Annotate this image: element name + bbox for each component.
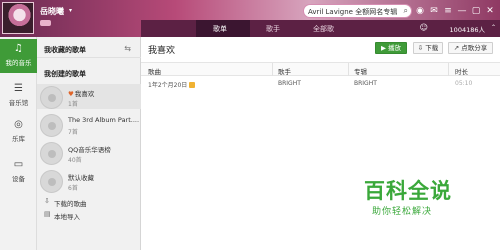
chevron-down-icon[interactable]: ▾ xyxy=(69,7,72,14)
playlist-item[interactable]: QQ音乐华语榜 40首 xyxy=(37,140,141,165)
rail-item-label: 我的音乐 xyxy=(5,59,32,67)
rail-item-library[interactable]: ◎ 乐库 xyxy=(0,115,37,149)
rail-item-label: 乐库 xyxy=(12,135,25,143)
downloaded-songs-link[interactable]: ⇩ 下载的歌曲 xyxy=(37,196,141,208)
top-tab-bar: 歌单 歌手 全部歌 ☺ 1004186人 ⌃ xyxy=(141,20,500,37)
user-count: 1004186人 xyxy=(449,26,485,34)
user-count-icon: ☺ xyxy=(419,23,428,32)
collected-playlists-label: 我收藏的歌单 xyxy=(44,46,86,54)
playlist-item[interactable]: 默认收藏 6首 xyxy=(37,168,141,193)
album-cell[interactable]: BRIGHT xyxy=(354,80,377,87)
playlist-name: The 3rd Album Part.... xyxy=(68,116,140,124)
column-duration[interactable]: 时长 xyxy=(455,66,468,76)
sort-icon[interactable]: ⇆ xyxy=(124,44,131,53)
playlist-cover xyxy=(40,170,63,193)
playlist-cover xyxy=(40,114,63,137)
heart-icon: ♥ xyxy=(68,90,74,98)
collapse-icon[interactable]: ⌃ xyxy=(491,24,496,31)
search-box[interactable]: ⌕ xyxy=(303,4,412,18)
playlist-count: 7首 xyxy=(68,129,78,136)
collected-playlists-header[interactable]: 我收藏的歌单 ⇆ xyxy=(37,40,141,58)
rail-item-my-music[interactable]: ♫ 我的音乐 xyxy=(0,39,37,73)
playlist-name: 默认收藏 xyxy=(68,174,94,182)
playlist-count: 1首 xyxy=(68,101,78,108)
duration-cell: 05:10 xyxy=(455,80,473,87)
created-playlists-label: 我创建的歌单 xyxy=(44,70,86,78)
avatar[interactable] xyxy=(2,2,34,34)
folder-icon: ▤ xyxy=(44,210,51,218)
search-input[interactable] xyxy=(308,6,400,17)
column-album[interactable]: 专辑 xyxy=(354,66,367,76)
main-content: 我喜欢 ▶ 播放 ⇩ 下载 ↗ 点歌分享 歌曲 歌手 专辑 时长 1年2个月20… xyxy=(141,37,500,250)
quality-badge-icon xyxy=(189,82,196,88)
playlist-cover xyxy=(40,142,63,165)
playlist-name: QQ音乐华语榜 xyxy=(68,146,111,154)
play-button[interactable]: ▶ 播放 xyxy=(375,42,407,54)
playlist-name: ♥我喜欢 xyxy=(68,88,94,98)
column-divider[interactable] xyxy=(348,63,349,76)
column-song[interactable]: 歌曲 xyxy=(148,66,161,76)
rail-item-devices[interactable]: ▭ 设备 xyxy=(0,155,37,189)
artist-cell[interactable]: BRIGHT xyxy=(278,80,301,87)
music-hall-icon: ☰ xyxy=(14,83,23,94)
tab-artists[interactable]: 歌手 xyxy=(266,24,280,34)
minimize-icon[interactable]: — xyxy=(456,5,468,17)
playlist-item[interactable]: The 3rd Album Part.... 7首 xyxy=(37,112,141,137)
left-nav-rail: ♫ 我的音乐 ☰ 音乐馆 ◎ 乐库 ▭ 设备 xyxy=(0,37,37,250)
rail-item-label: 设备 xyxy=(12,175,25,183)
playlist-name-text: 我喜欢 xyxy=(74,90,95,98)
download-button[interactable]: ⇩ 下载 xyxy=(413,42,443,54)
column-divider[interactable] xyxy=(448,63,449,76)
skin-icon[interactable]: ◉ xyxy=(414,5,426,17)
table-row[interactable]: 1年2个月20日 BRIGHT BRIGHT 05:10 xyxy=(141,77,500,91)
device-icon: ▭ xyxy=(13,159,24,170)
close-icon[interactable]: ✕ xyxy=(484,5,496,17)
download-icon: ⇩ xyxy=(44,197,50,205)
message-icon[interactable]: ✉ xyxy=(428,5,440,17)
song-cell[interactable]: 1年2个月20日 xyxy=(148,80,196,89)
vip-badge xyxy=(40,20,51,26)
headphones-icon: ♫ xyxy=(14,43,23,54)
local-import-label: 本地导入 xyxy=(54,213,80,221)
rail-item-music-hall[interactable]: ☰ 音乐馆 xyxy=(0,79,37,113)
maximize-icon[interactable]: ▢ xyxy=(470,5,482,17)
share-button[interactable]: ↗ 点歌分享 xyxy=(448,42,493,54)
tab-playlists[interactable]: 歌单 xyxy=(213,24,227,34)
downloaded-songs-label: 下载的歌曲 xyxy=(54,200,87,208)
watermark-title: 百科全说 xyxy=(364,179,452,203)
column-divider[interactable] xyxy=(272,63,273,76)
rail-item-label: 音乐馆 xyxy=(8,99,29,107)
local-import-link[interactable]: ▤ 本地导入 xyxy=(37,209,141,221)
playlist-panel: 我收藏的歌单 ⇆ 我创建的歌单 ♥我喜欢 1首 The 3rd Album Pa… xyxy=(37,37,141,250)
created-playlists-header[interactable]: 我创建的歌单 xyxy=(37,64,141,82)
menu-icon[interactable]: ≡ xyxy=(442,5,454,17)
library-icon: ◎ xyxy=(14,119,23,130)
column-artist[interactable]: 歌手 xyxy=(278,66,291,76)
song-title: 1年2个月20日 xyxy=(148,82,188,89)
playlist-count: 40首 xyxy=(68,157,82,164)
playlist-cover xyxy=(40,86,63,109)
playlist-item[interactable]: ♥我喜欢 1首 xyxy=(37,84,141,109)
playlist-count: 6首 xyxy=(68,185,78,192)
watermark-subtitle: 助你轻松解决 xyxy=(372,207,433,217)
table-header: 歌曲 歌手 专辑 时长 xyxy=(141,62,500,76)
page-title: 我喜欢 xyxy=(148,46,176,56)
search-icon[interactable]: ⌕ xyxy=(404,6,408,16)
tab-all-songs[interactable]: 全部歌 xyxy=(313,24,334,34)
username[interactable]: 岳晓曦 xyxy=(40,6,64,17)
